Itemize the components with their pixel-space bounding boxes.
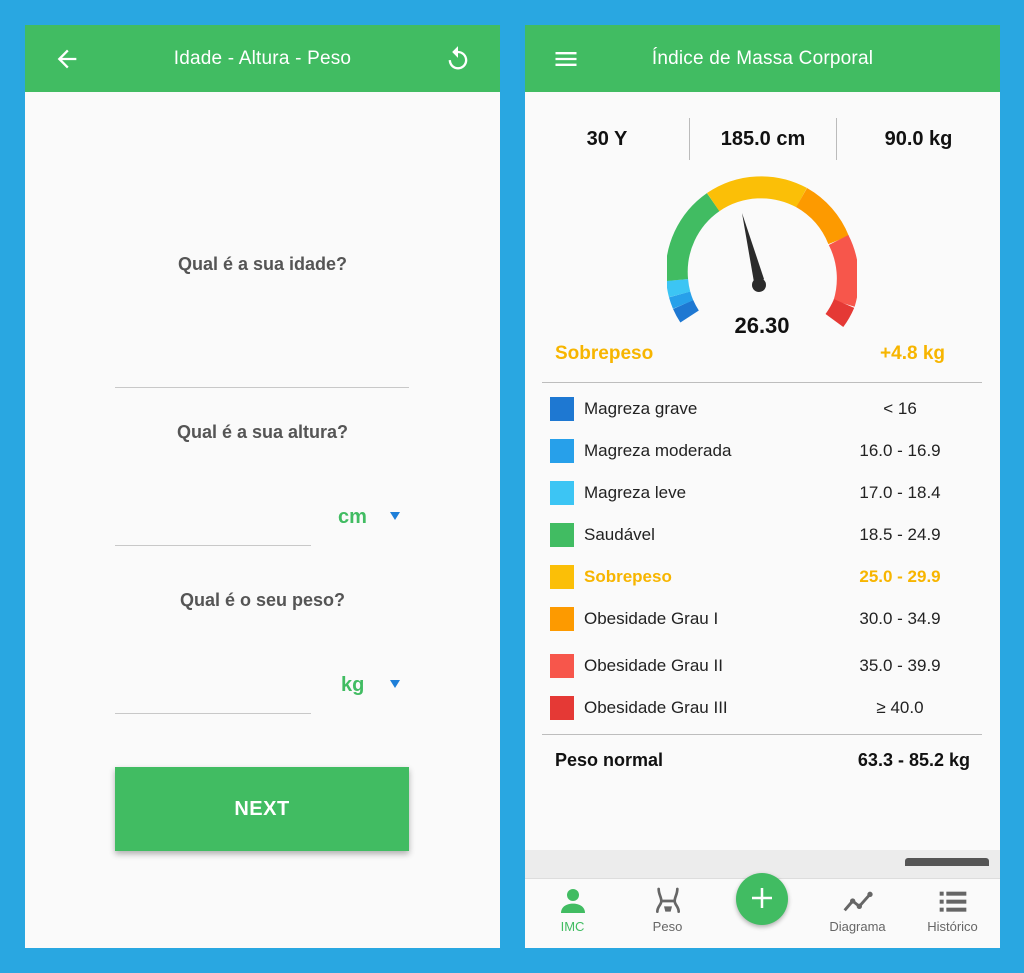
refresh-icon[interactable]: [444, 45, 472, 73]
bmi-category-row: Magreza moderada 16.0 - 16.9: [550, 439, 970, 463]
nav-label: Histórico: [927, 919, 978, 934]
category-range: 17.0 - 18.4: [859, 483, 941, 502]
age-question: Qual é a sua idade?: [177, 254, 348, 274]
height-input[interactable]: [115, 545, 311, 546]
age-stat: 30 Y: [586, 128, 628, 150]
bmi-category-row-current: Sobrepeso 25.0 - 29.9: [550, 565, 970, 589]
weight-stat: 90.0 kg: [884, 128, 953, 150]
gauge-segment-mild-thinness: [667, 278, 691, 298]
gauge-hub: [752, 278, 766, 292]
weight-input[interactable]: [115, 713, 311, 714]
color-swatch: [550, 565, 574, 589]
line-chart-icon: [843, 891, 873, 912]
list-icon: [939, 891, 967, 912]
normal-weight-value: 63.3 - 85.2 kg: [857, 750, 970, 770]
person-icon: [561, 889, 585, 913]
nav-item-historico[interactable]: Histórico: [905, 879, 1000, 948]
ad-banner-bar: [905, 858, 989, 866]
bmi-category-row: Magreza grave < 16: [550, 397, 970, 421]
color-swatch: [550, 523, 574, 547]
bmi-category-row: Obesidade Grau II 35.0 - 39.9: [550, 654, 970, 678]
dropdown-caret-icon[interactable]: [390, 680, 400, 688]
color-swatch: [550, 654, 574, 678]
gauge-needle: [742, 213, 764, 288]
height-stat: 185.0 cm: [720, 128, 806, 150]
divider: [542, 382, 982, 383]
gauge-segment-obesity-1: [795, 188, 849, 245]
category-range: 35.0 - 39.9: [859, 656, 941, 675]
page-title: Índice de Massa Corporal: [651, 48, 874, 69]
bmi-category-row: Obesidade Grau I 30.0 - 34.9: [550, 607, 970, 631]
app-bar: Idade - Altura - Peso: [25, 25, 500, 92]
bmi-category: Sobrepeso: [555, 343, 654, 364]
color-swatch: [550, 481, 574, 505]
page-title: Idade - Altura - Peso: [173, 48, 352, 69]
category-label: Obesidade Grau II: [584, 656, 723, 675]
nav-label: IMC: [560, 919, 585, 934]
bmi-value: 26.30: [734, 313, 790, 338]
bmi-result-screen: Índice de Massa Corporal 30 Y 185.0 cm 9…: [525, 25, 1000, 948]
nav-item-imc[interactable]: IMC: [525, 879, 620, 948]
color-swatch: [550, 696, 574, 720]
category-label: Magreza moderada: [584, 441, 732, 460]
category-label: Obesidade Grau I: [584, 609, 719, 628]
add-entry-button[interactable]: [736, 873, 788, 925]
bmi-category-row: Saudável 18.5 - 24.9: [550, 523, 970, 547]
category-range: 16.0 - 16.9: [859, 441, 941, 460]
weight-question: Qual é o seu peso?: [179, 590, 346, 610]
category-range: < 16: [883, 399, 917, 418]
gauge-segment-moderate-thinness: [669, 291, 694, 309]
weight-difference: +4.8 kg: [880, 343, 945, 364]
app-bar: Índice de Massa Corporal: [525, 25, 1000, 92]
divider: [542, 734, 982, 735]
next-button[interactable]: NEXT: [115, 767, 409, 851]
age-input[interactable]: [115, 387, 409, 388]
gauge-segment-healthy: [667, 193, 720, 281]
category-label: Obesidade Grau III: [584, 698, 728, 717]
color-swatch: [550, 397, 574, 421]
category-label: Magreza leve: [584, 483, 687, 502]
bmi-category-row: Magreza leve 17.0 - 18.4: [550, 481, 970, 505]
gauge-segment-obesity-2: [828, 235, 857, 307]
category-range: 30.0 - 34.9: [859, 609, 941, 628]
category-range: ≥ 40.0: [876, 698, 924, 717]
plus-icon: [752, 887, 772, 908]
body-scale-icon: [656, 887, 680, 913]
category-label: Sobrepeso: [584, 567, 672, 586]
color-swatch: [550, 439, 574, 463]
normal-weight-label: Peso normal: [555, 750, 664, 770]
weight-unit-select[interactable]: kg: [341, 674, 364, 697]
category-label: Magreza grave: [584, 399, 698, 418]
category-label: Saudável: [584, 525, 655, 544]
gauge-segment-overweight: [707, 176, 807, 212]
bmi-category-row: Obesidade Grau III ≥ 40.0: [550, 696, 970, 720]
nav-label: Diagrama: [829, 919, 886, 934]
category-range: 25.0 - 29.9: [859, 567, 941, 586]
nav-item-peso[interactable]: Peso: [620, 879, 715, 948]
height-question: Qual é a sua altura?: [176, 422, 349, 442]
category-range: 18.5 - 24.9: [859, 525, 941, 544]
height-unit-select[interactable]: cm: [338, 506, 367, 529]
nav-item-diagrama[interactable]: Diagrama: [810, 879, 905, 948]
nav-label: Peso: [652, 919, 683, 934]
dropdown-caret-icon[interactable]: [390, 512, 400, 520]
color-swatch: [550, 607, 574, 631]
input-screen: Idade - Altura - Peso Qual é a sua idade…: [25, 25, 500, 948]
